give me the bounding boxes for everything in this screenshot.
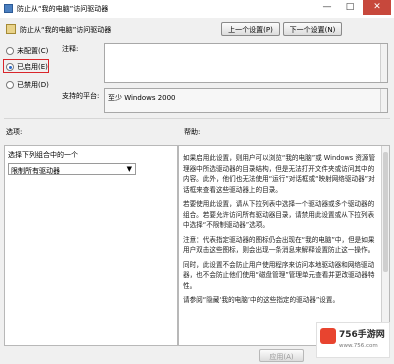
help-paragraph: 如果启用此设置，则用户可以浏览“我的电脑”或 Windows 资源管理器中所选驱… (183, 154, 376, 194)
setting-icon (6, 24, 16, 34)
supported-label: 支持的平台: (62, 92, 100, 100)
close-button[interactable]: ✕ (363, 0, 391, 15)
setting-name: 防止从“我的电脑”访问驱动器 (20, 26, 112, 34)
radio-circle[interactable] (6, 63, 14, 71)
help-scrollbar[interactable] (381, 146, 389, 345)
title-bar: 防止从“我的电脑”访问驱动器 — □ ✕ (0, 0, 394, 19)
comment-input[interactable] (104, 43, 388, 83)
radio-label: 未配置(C) (17, 47, 49, 55)
supported-scrollbar[interactable] (380, 89, 387, 112)
help-label: 帮助: (184, 128, 201, 136)
help-paragraph: 若要使用此设置，请从下拉列表中选择一个驱动器或多个驱动器的组合。若要允许访问所有… (183, 200, 375, 229)
previous-setting-button[interactable]: 上一个设置(P) (221, 22, 280, 36)
comment-scrollbar[interactable] (380, 44, 387, 82)
minimize-button[interactable]: — (316, 0, 338, 15)
supported-field: 至少 Windows 2000 (104, 88, 388, 113)
watermark-site: www.756.com (339, 343, 378, 349)
policy-icon (4, 4, 13, 13)
radio-circle[interactable] (6, 47, 14, 55)
help-panel: 如果启用此设置，则用户可以浏览“我的电脑”或 Windows 资源管理器中所选驱… (178, 145, 390, 346)
watermark: 756手游网 www.756.com (316, 322, 390, 358)
help-paragraph: 注意：代表指定驱动器的图标仍会出现在“我的电脑”中，但是如果用户双击这些图标，则… (183, 235, 375, 255)
next-setting-button[interactable]: 下一个设置(N) (283, 22, 342, 36)
comment-label: 注释: (62, 45, 79, 53)
options-panel: 选择下列组合中的一个 限制所有驱动器 ▼ (4, 145, 178, 346)
chevron-down-icon: ▼ (126, 165, 132, 173)
help-paragraph: 同时，此设置不会防止用户使用程序来访问本地驱动器和网络驱动器，也不会防止他们使用… (183, 260, 375, 290)
drive-dropdown[interactable]: 限制所有驱动器 ▼ (8, 163, 136, 175)
watermark-brand: 756手游网 (339, 330, 385, 340)
supported-value: 至少 Windows 2000 (108, 94, 176, 102)
radio-circle[interactable] (6, 81, 14, 89)
scroll-thumb[interactable] (383, 152, 388, 272)
dropdown-value: 限制所有驱动器 (11, 167, 60, 175)
radio-label: 已禁用(D) (17, 81, 49, 89)
help-paragraph: 请参阅“隐藏‘我的电脑’中的这些指定的驱动器”设置。 (183, 296, 340, 304)
radio-label: 已启用(E) (17, 63, 48, 71)
divider (4, 118, 390, 119)
options-prompt: 选择下列组合中的一个 (8, 151, 78, 159)
options-label: 选项: (6, 128, 23, 136)
help-text: 如果启用此设置，则用户可以浏览“我的电脑”或 Windows 资源管理器中所选驱… (183, 153, 379, 310)
maximize-button[interactable]: □ (339, 0, 361, 15)
watermark-logo (320, 328, 336, 344)
apply-button[interactable]: 应用(A) (259, 349, 304, 362)
window-title: 防止从“我的电脑”访问驱动器 (17, 5, 109, 13)
